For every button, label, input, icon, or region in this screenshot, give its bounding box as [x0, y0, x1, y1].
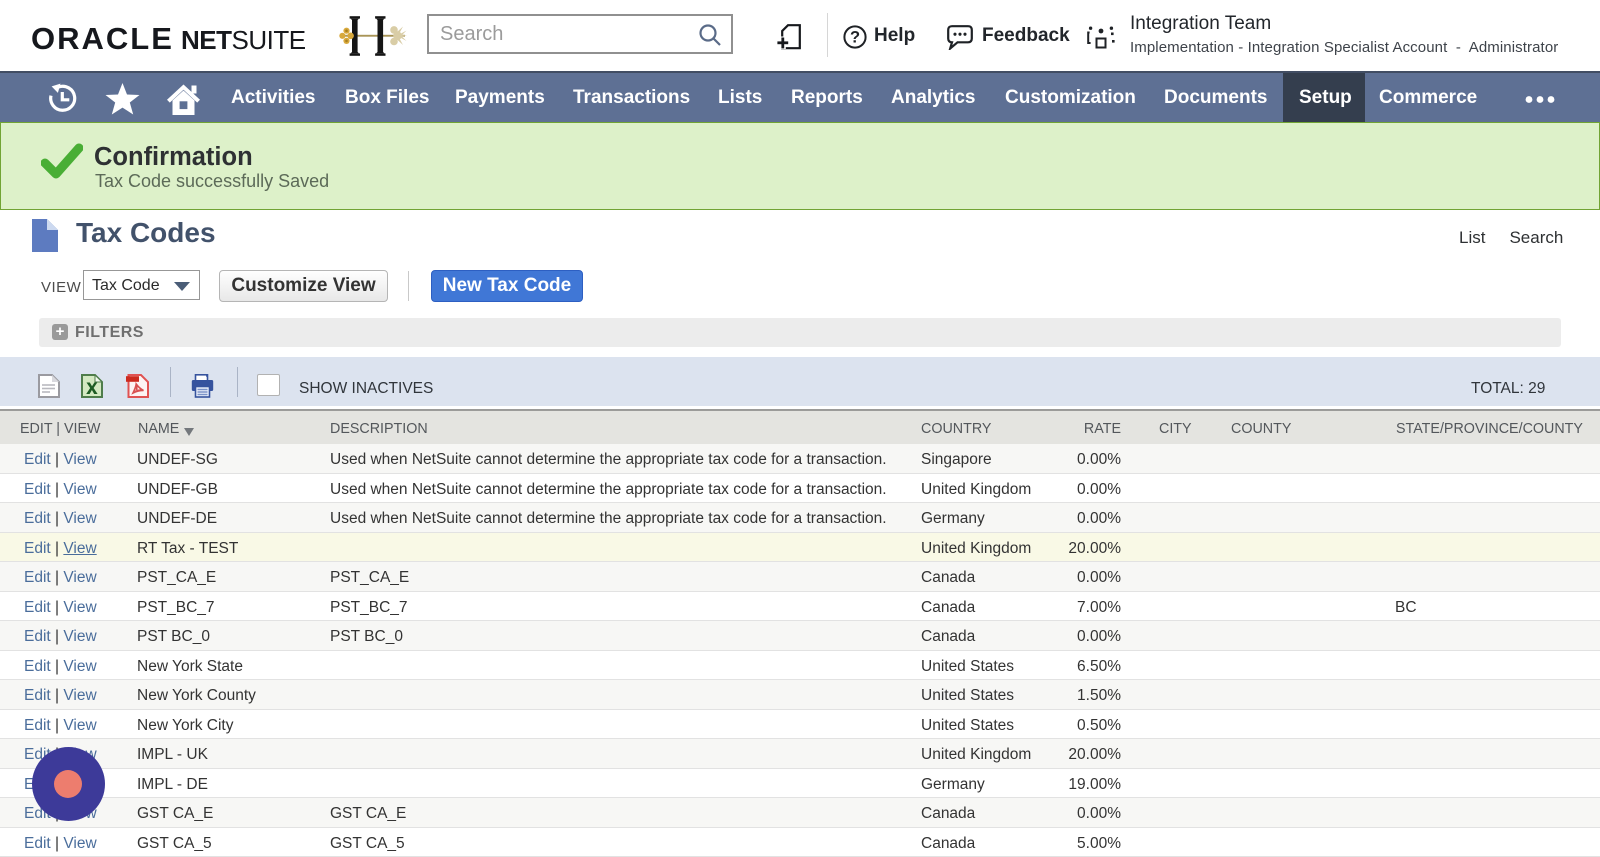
svg-text:?: ?: [850, 29, 860, 47]
